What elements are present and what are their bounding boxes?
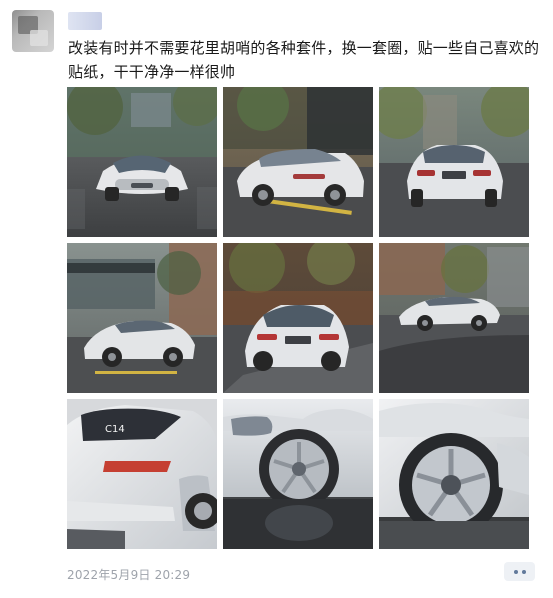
- avatar[interactable]: [12, 10, 54, 52]
- photo-5[interactable]: [223, 243, 373, 393]
- photo-9[interactable]: [379, 399, 529, 549]
- photo-1[interactable]: [67, 87, 217, 237]
- car-rear-closeup-icon: C14: [67, 399, 217, 549]
- car-front-icon: [67, 87, 217, 237]
- username-placeholder[interactable]: [68, 12, 102, 30]
- photo-4[interactable]: [67, 243, 217, 393]
- photo-3[interactable]: [379, 87, 529, 237]
- wheel-icon: [379, 399, 529, 549]
- car-side-icon: [379, 243, 529, 393]
- photo-2[interactable]: [223, 87, 373, 237]
- photo-7[interactable]: C14: [67, 399, 217, 549]
- wheel-icon: [223, 399, 373, 549]
- post-timestamp: 2022年5月9日 20:29: [67, 568, 191, 582]
- car-rear-icon: [223, 243, 373, 393]
- more-options-icon: [521, 569, 526, 574]
- photo-8[interactable]: [223, 399, 373, 549]
- post-caption: 改装有时并不需要花里胡哨的各种套件，换一套圈，贴一些自己喜欢的贴纸，干干净净一样…: [68, 39, 540, 81]
- car-rear-icon: [379, 87, 529, 237]
- moment-post: 改装有时并不需要花里胡哨的各种套件，换一套圈，贴一些自己喜欢的贴纸，干干净净一样…: [0, 0, 553, 598]
- car-rear-icon: [223, 87, 373, 237]
- more-options-button[interactable]: [504, 562, 535, 581]
- more-options-icon: [513, 569, 518, 574]
- car-side-icon: [67, 243, 217, 393]
- photo-grid: C14: [67, 87, 531, 551]
- svg-text:C14: C14: [105, 424, 125, 435]
- photo-6[interactable]: [379, 243, 529, 393]
